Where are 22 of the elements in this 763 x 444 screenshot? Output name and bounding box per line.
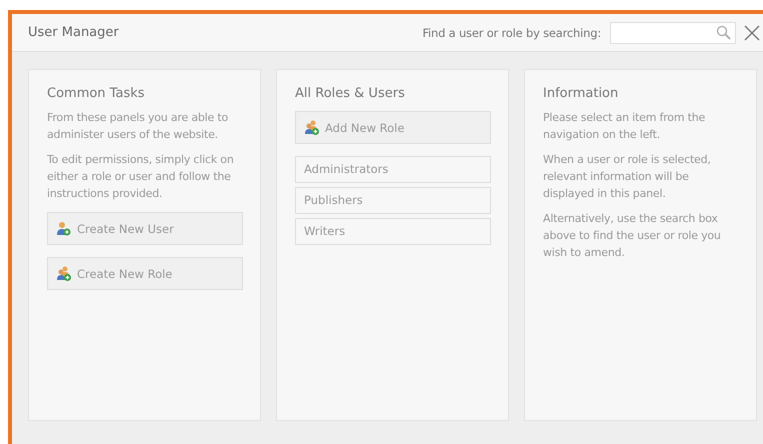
panel-text: To edit permissions, simply click on either a role or user and follow the instructions provided. (47, 152, 235, 202)
role-item[interactable]: Administrators (295, 156, 491, 183)
panel-heading: Information (543, 86, 620, 101)
panel-text: When a user or role is selected, relevant information will be displayed in this panel. (543, 152, 712, 202)
panel-text: From these panels you are able to administer users of the website. (47, 110, 230, 143)
group-add-icon (304, 120, 319, 135)
close-icon[interactable] (744, 24, 760, 40)
panel-text: Alternatively, use the search box above to find the user or role you wish to amend. (543, 211, 722, 261)
search-field[interactable] (610, 22, 736, 44)
window-title: User Manager (28, 25, 119, 40)
group-add-icon (56, 266, 71, 281)
panel-heading: Common Tasks (47, 86, 146, 101)
create-role-button[interactable]: Create New Role (47, 257, 243, 290)
user-add-icon (56, 221, 71, 236)
search-label: Find a user or role by searching: (422, 26, 601, 40)
panel-text: Please select an item from the navigation on the left. (543, 110, 706, 143)
create-user-button[interactable]: Create New User (47, 212, 243, 245)
search-icon (716, 25, 731, 40)
create-role-button[interactable]: Add New Role (295, 111, 491, 144)
role-item[interactable]: Publishers (295, 187, 491, 214)
role-item[interactable]: Writers (295, 218, 491, 245)
panel-heading: All Roles & Users (295, 86, 406, 101)
